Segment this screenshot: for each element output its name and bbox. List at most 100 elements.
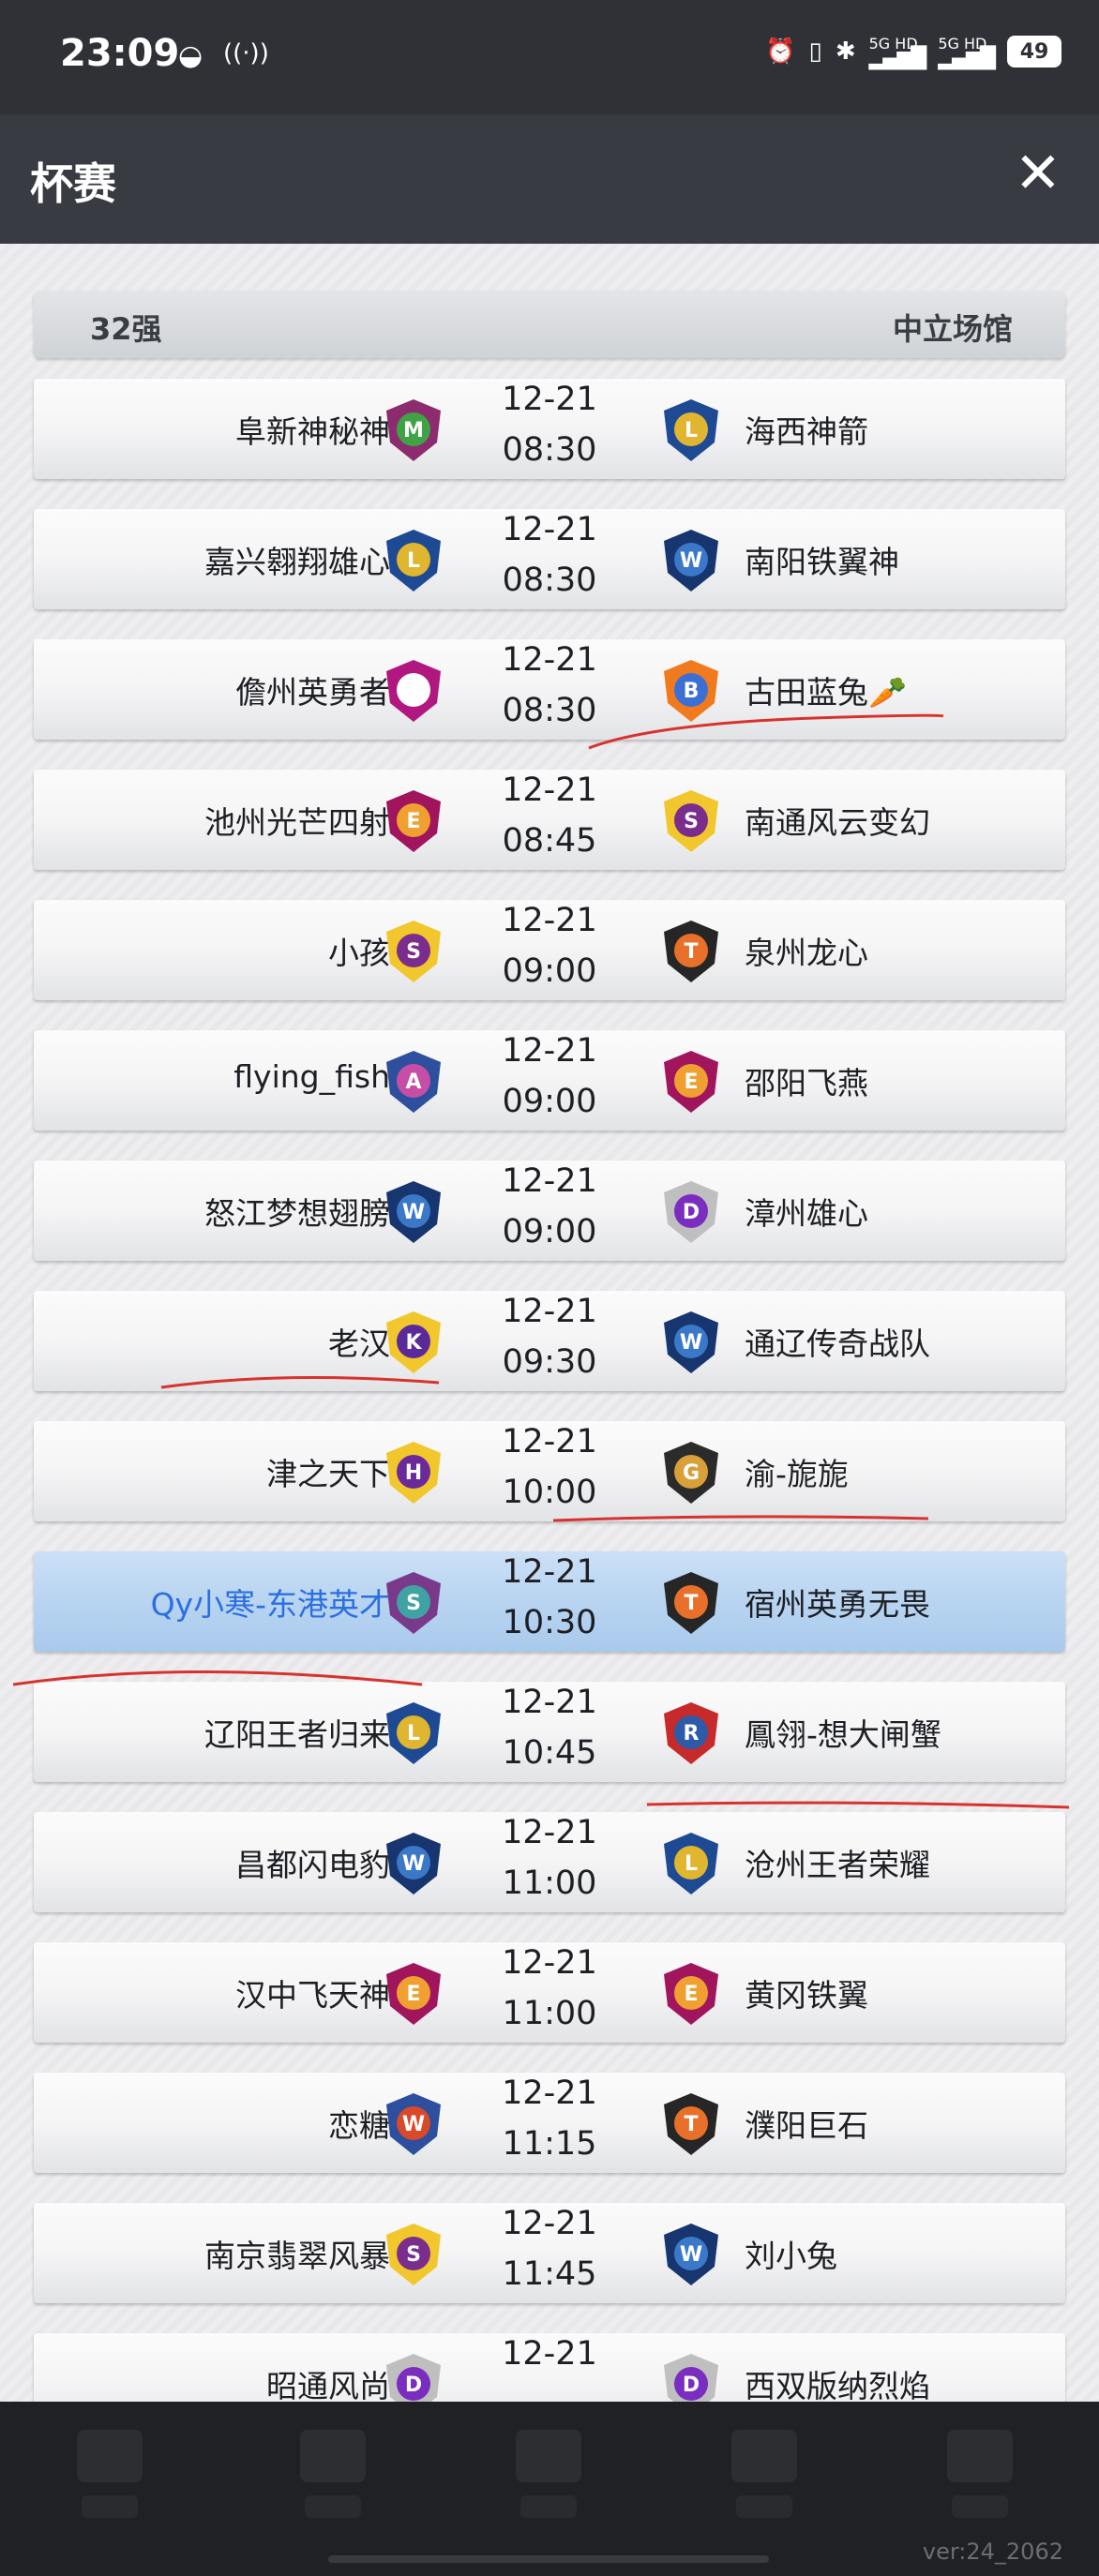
- signal-1: 5G HD ▂▄▆█: [869, 36, 927, 68]
- match-date: 12-21: [502, 1293, 597, 1330]
- match-date: 12-21: [502, 381, 597, 418]
- match-date: 12-21: [502, 641, 597, 679]
- spartan-shield-logo: S: [383, 919, 444, 984]
- purple-dragon-logo: D: [383, 2352, 444, 2402]
- match-row[interactable]: 怒江梦想翅膀 W 12-21 09:00 D 漳州雄心: [34, 1161, 1065, 1261]
- svg-text:H: H: [405, 1461, 422, 1485]
- spartan-shield-logo: S: [660, 788, 722, 854]
- match-row[interactable]: 汉中飞天神 E 12-21 11:00 E 黄冈铁翼: [34, 1942, 1065, 2043]
- nav-icon: [77, 2430, 143, 2482]
- away-team-name: 泉州龙心: [745, 935, 868, 971]
- close-icon[interactable]: ✕: [1015, 142, 1061, 204]
- magenta-eagle-logo: E: [383, 788, 444, 854]
- away-team-name: 鳳翎-想大闸蟹: [745, 1716, 941, 1753]
- match-time: 08:45: [502, 822, 597, 860]
- match-row[interactable]: 津之天下 H 12-21 10:00 G 渝-旎旎: [34, 1421, 1065, 1521]
- away-team-name: 邵阳飞燕: [745, 1065, 868, 1101]
- red-eagle-logo: R: [660, 1700, 722, 1766]
- home-team-name: 恋糖: [328, 2107, 390, 2144]
- svg-text:G: G: [683, 1461, 700, 1485]
- nav-icon: [947, 2430, 1013, 2482]
- match-row[interactable]: 嘉兴翱翔雄心 L 12-21 08:30 W 南阳铁翼神: [34, 509, 1065, 609]
- home-team-name: 昌都闪电豹: [235, 1847, 390, 1883]
- page-title: 杯赛: [30, 158, 116, 209]
- svg-text:M: M: [403, 419, 424, 442]
- match-time: 08:30: [502, 562, 597, 599]
- match-time: 10:45: [502, 1734, 597, 1772]
- svg-text:L: L: [685, 419, 698, 442]
- match-row[interactable]: Qy小寒-东港英才 S 12-21 10:30 T 宿州英勇无畏: [34, 1551, 1065, 1652]
- anime-avatar-logo: A: [383, 1049, 444, 1115]
- match-row[interactable]: 恋糖 W 12-21 11:15 T 濮阳巨石: [34, 2073, 1065, 2173]
- match-date: 12-21: [502, 771, 597, 809]
- blue-wolf-logo: W: [660, 2222, 722, 2287]
- away-team-name: 黄冈铁翼: [745, 1977, 868, 2014]
- match-time: 09:00: [502, 1213, 597, 1251]
- home-team-name: 老汉: [328, 1325, 390, 1362]
- svg-text:E: E: [406, 810, 420, 833]
- svg-text:E: E: [684, 1071, 698, 1094]
- home-team-name: Qy小寒-东港英才: [150, 1586, 390, 1623]
- away-team-name: 南通风云变幻: [745, 804, 930, 841]
- match-date: 12-21: [502, 1162, 597, 1200]
- purple-dragon-logo: D: [660, 2352, 722, 2402]
- away-team-name: 沧州王者荣耀: [745, 1847, 930, 1883]
- svg-text:T: T: [684, 940, 698, 964]
- match-row[interactable]: 辽阳王者归来 L 12-21 10:45 R 鳳翎-想大闸蟹: [34, 1682, 1065, 1782]
- home-team-name: 南京翡翠风暴: [204, 2238, 390, 2274]
- orange-bunny-logo: B: [660, 658, 722, 724]
- match-date: 12-21: [502, 2335, 597, 2373]
- svg-text:T: T: [684, 2113, 698, 2136]
- match-row[interactable]: flying_fish A 12-21 09:00 E 邵阳飞燕: [34, 1030, 1065, 1131]
- match-row[interactable]: 南京翡翠风暴 S 12-21 11:45 W 刘小兔: [34, 2203, 1065, 2303]
- away-team-name: 西双版纳烈焰: [745, 2368, 930, 2402]
- nav-item-5[interactable]: [938, 2430, 1022, 2533]
- status-time: 23:09: [60, 32, 180, 75]
- home-team-name: 辽阳王者归来: [204, 1716, 390, 1753]
- match-time: 08:30: [502, 692, 597, 729]
- match-date: 12-21: [502, 2205, 597, 2242]
- match-row[interactable]: 池州光芒四射 E 12-21 08:45 S 南通风云变幻: [34, 770, 1065, 870]
- home-team-name: 池州光芒四射: [204, 804, 390, 841]
- blue-wolf-logo: W: [383, 1179, 444, 1245]
- home-team-name: 嘉兴翱翔雄心: [204, 544, 390, 580]
- match-date: 12-21: [502, 1032, 597, 1070]
- svg-text:P: P: [406, 680, 421, 703]
- purple-panda-logo: P: [383, 658, 444, 724]
- match-row[interactable]: 小孩 S 12-21 09:00 T 泉州龙心: [34, 900, 1065, 1000]
- nav-item-3[interactable]: [506, 2430, 591, 2533]
- svg-text:W: W: [402, 2113, 425, 2136]
- svg-text:D: D: [683, 2374, 700, 2397]
- svg-text:E: E: [406, 1983, 420, 2006]
- home-team-name: 怒江梦想翅膀: [204, 1195, 390, 1232]
- svg-text:W: W: [680, 2243, 702, 2267]
- match-date: 12-21: [502, 1553, 597, 1591]
- home-indicator[interactable]: [328, 2555, 769, 2563]
- match-time: 11:00: [502, 1995, 597, 2032]
- match-list: 阜新神秘神 M 12-21 08:30 L 海西神箭 嘉兴翱翔雄心 L 12-21 08:30 W 南…: [34, 379, 1065, 2402]
- match-row[interactable]: 老汉 K 12-21 09:30 W 通辽传奇战队: [34, 1291, 1065, 1391]
- nav-item-1[interactable]: [68, 2430, 152, 2533]
- tiger-shield-logo: T: [660, 2091, 722, 2157]
- nav-item-4[interactable]: [722, 2430, 806, 2533]
- away-team-name: 古田蓝兔🥕: [745, 674, 908, 711]
- match-date: 12-21: [502, 1684, 597, 1721]
- match-row[interactable]: 昭通风尚 D 12-21 D 西双版纳烈焰: [34, 2333, 1065, 2402]
- spartan-shield-logo: S: [383, 2222, 444, 2287]
- spartan-purple-logo: S: [383, 1570, 444, 1636]
- home-team-name: flying_fish: [233, 1058, 390, 1095]
- magenta-eagle-logo: E: [383, 1961, 444, 2027]
- page-header: 杯赛 ✕: [0, 114, 1099, 244]
- wechat-icon: ◒: [178, 39, 203, 72]
- nav-label: [952, 2495, 1008, 2518]
- match-time: 09:00: [502, 952, 597, 990]
- nav-item-2[interactable]: [291, 2430, 375, 2533]
- match-row[interactable]: 阜新神秘神 M 12-21 08:30 L 海西神箭: [34, 379, 1065, 479]
- match-row[interactable]: 昌都闪电豹 W 12-21 11:00 L 沧州王者荣耀: [34, 1812, 1065, 1912]
- match-row[interactable]: 儋州英勇者 P 12-21 08:30 B 古田蓝兔🥕: [34, 639, 1065, 740]
- alarm-icon: ⏰: [765, 37, 796, 66]
- venue-label: 中立场馆: [892, 311, 1013, 347]
- match-time: 11:45: [502, 2255, 597, 2293]
- nav-label: [736, 2495, 792, 2518]
- purple-dragon-logo: D: [660, 1179, 722, 1245]
